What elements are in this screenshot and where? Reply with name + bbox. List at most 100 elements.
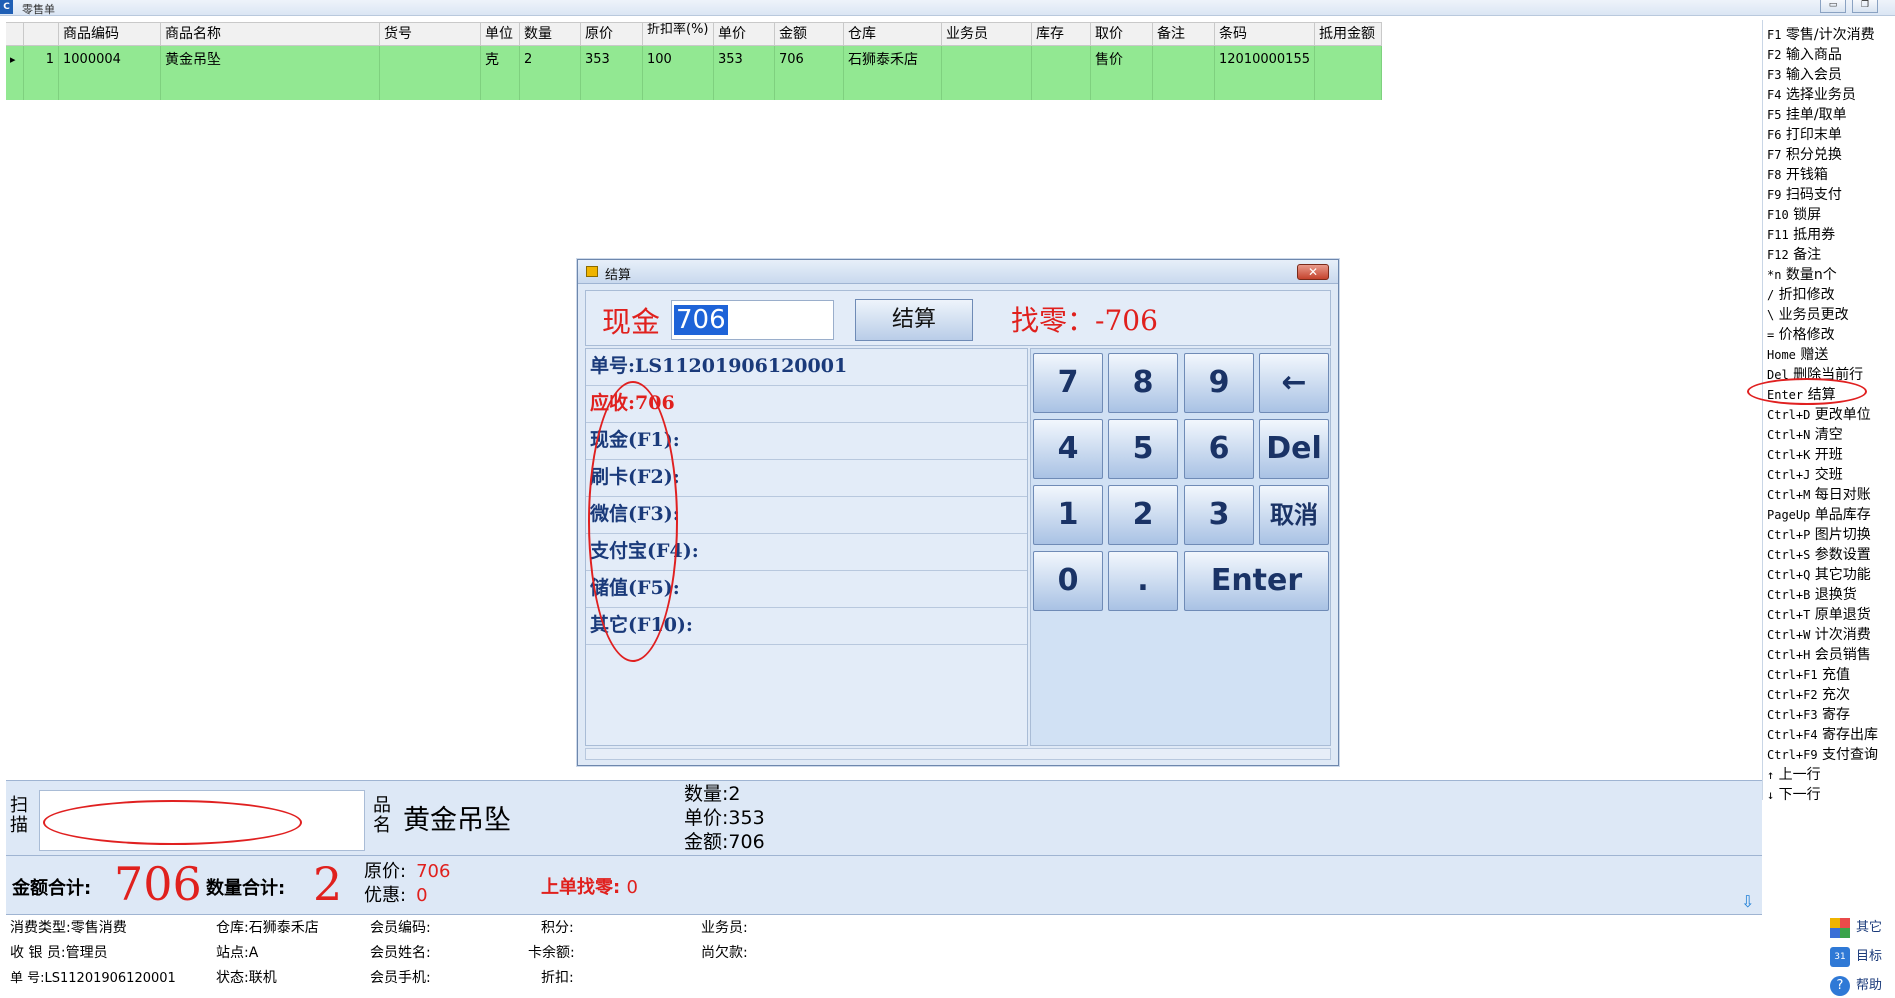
row-code[interactable]: 1000004 (59, 46, 161, 100)
shortcut-item: PageUp 单品库存 (1767, 504, 1871, 524)
key-5[interactable]: 5 (1108, 419, 1178, 479)
scan-label: 扫描 (10, 795, 28, 836)
last-change: 上单找零: 0 (541, 873, 638, 899)
target-button[interactable]: 31 目标 (1830, 945, 1882, 967)
annotation-ellipse-enter (1747, 378, 1867, 405)
cash-input[interactable]: 706 (671, 300, 834, 340)
row-amount[interactable]: 706 (775, 46, 844, 100)
dialog-icon (586, 266, 598, 277)
shortcut-label: 价格修改 (1774, 327, 1835, 343)
row-qty[interactable]: 2 (520, 46, 581, 100)
col-name[interactable]: 商品名称 (161, 23, 380, 45)
key-0[interactable]: 0 (1033, 551, 1103, 611)
col-orig-price[interactable]: 原价 (581, 23, 643, 45)
shortcut-label: 退换货 (1810, 587, 1857, 603)
row-salesman[interactable] (942, 46, 1032, 100)
col-unit[interactable]: 单位 (481, 23, 520, 45)
consume-type: 消费类型:零售消费 (10, 920, 127, 936)
row-barcode[interactable]: 12010000155 (1215, 46, 1315, 100)
discount-label: 优惠: (364, 885, 407, 906)
col-item-no[interactable]: 货号 (380, 23, 481, 45)
shortcut-item: Ctrl+F2 充次 (1767, 684, 1850, 704)
key-3[interactable]: 3 (1184, 485, 1254, 545)
restore-button[interactable]: ❐ (1852, 0, 1878, 13)
key-8[interactable]: 8 (1108, 353, 1178, 413)
col-price[interactable]: 单价 (714, 23, 775, 45)
shortcut-label: 折扣修改 (1774, 287, 1835, 303)
key-1[interactable]: 1 (1033, 485, 1103, 545)
arrow-down-icon[interactable]: ⇩ (1741, 892, 1754, 911)
key-dot[interactable]: . (1108, 551, 1178, 611)
product-info: 数量:2 单价:353 金额:706 (684, 782, 765, 854)
key-backspace[interactable]: ← (1259, 353, 1329, 413)
shortcut-key: F4 (1767, 88, 1782, 102)
row-offset[interactable] (1315, 46, 1382, 100)
tool-buttons: 其它 31 目标 ? 帮助 (1820, 915, 1895, 998)
dialog-status-strip (585, 748, 1331, 760)
col-index (24, 23, 59, 45)
row-price-type[interactable]: 售价 (1091, 46, 1153, 100)
shortcut-item: F9 扫码支付 (1767, 184, 1842, 204)
shortcut-label: 清空 (1810, 427, 1843, 443)
annotation-ellipse-scan (43, 800, 302, 845)
last-change-label: 上单找零: (541, 877, 621, 898)
key-enter[interactable]: Enter (1184, 551, 1329, 611)
row-remark[interactable] (1153, 46, 1215, 100)
key-4[interactable]: 4 (1033, 419, 1103, 479)
other-button[interactable]: 其它 (1830, 916, 1882, 938)
col-price-type[interactable]: 取价 (1091, 23, 1153, 45)
table-row[interactable]: ▸ 1 1000004 黄金吊坠 克 2 353 100 353 706 石狮泰… (6, 46, 1382, 100)
key-del[interactable]: Del (1259, 419, 1329, 479)
help-icon: ? (1830, 975, 1850, 996)
key-cancel[interactable]: 取消 (1259, 485, 1329, 545)
shortcut-item: F3 输入会员 (1767, 64, 1842, 84)
shortcut-label: 寄存出库 (1817, 727, 1879, 743)
shortcut-item: Ctrl+J 交班 (1767, 464, 1843, 484)
row-orig-price[interactable]: 353 (581, 46, 643, 100)
shortcut-item: F10 锁屏 (1767, 204, 1821, 224)
key-9[interactable]: 9 (1184, 353, 1254, 413)
annotation-ellipse-payments (588, 381, 678, 662)
shortcut-label: 抵用券 (1788, 227, 1836, 243)
col-stock[interactable]: 库存 (1032, 23, 1091, 45)
settle-button[interactable]: 结算 (855, 299, 973, 341)
row-name[interactable]: 黄金吊坠 (161, 46, 380, 100)
shortcut-item: Ctrl+D 更改单位 (1767, 404, 1871, 424)
col-offset[interactable]: 抵用金额 (1315, 23, 1382, 45)
shortcut-item: F12 备注 (1767, 244, 1821, 264)
row-price[interactable]: 353 (714, 46, 775, 100)
salesman-info: 业务员: (701, 920, 748, 936)
shortcut-item: = 价格修改 (1767, 324, 1835, 344)
row-item-no[interactable] (380, 46, 481, 100)
key-6[interactable]: 6 (1184, 419, 1254, 479)
shortcut-item: F5 挂单/取单 (1767, 104, 1847, 124)
shortcut-item: Ctrl+Q 其它功能 (1767, 564, 1871, 584)
col-indicator (6, 23, 24, 45)
col-code[interactable]: 商品编码 (59, 23, 161, 45)
minimize-button[interactable]: ▭ (1820, 0, 1846, 13)
col-qty[interactable]: 数量 (520, 23, 581, 45)
col-salesman[interactable]: 业务员 (942, 23, 1032, 45)
col-warehouse[interactable]: 仓库 (844, 23, 942, 45)
help-button[interactable]: ? 帮助 (1830, 974, 1882, 996)
orig-price-value: 706 (416, 861, 451, 882)
shortcut-label: 打印末单 (1781, 127, 1842, 143)
shortcut-key: Ctrl+T (1767, 608, 1811, 622)
row-discount[interactable]: 100 (643, 46, 714, 100)
row-warehouse[interactable]: 石狮泰禾店 (844, 46, 942, 100)
row-unit[interactable]: 克 (481, 46, 520, 100)
col-amount[interactable]: 金额 (775, 23, 844, 45)
col-discount[interactable]: 折扣率(%) (643, 23, 714, 45)
shortcut-key: Ctrl+S (1767, 548, 1811, 562)
shortcut-key: Ctrl+Q (1767, 568, 1811, 582)
col-remark[interactable]: 备注 (1153, 23, 1215, 45)
key-2[interactable]: 2 (1108, 485, 1178, 545)
row-stock[interactable] (1032, 46, 1091, 100)
discount-value: 0 (416, 885, 428, 906)
shortcut-label: 开钱箱 (1781, 167, 1828, 183)
col-barcode[interactable]: 条码 (1215, 23, 1315, 45)
shortcut-key: F3 (1767, 68, 1782, 82)
close-button[interactable]: ✕ (1297, 264, 1329, 280)
shortcut-item: / 折扣修改 (1767, 284, 1835, 304)
key-7[interactable]: 7 (1033, 353, 1103, 413)
